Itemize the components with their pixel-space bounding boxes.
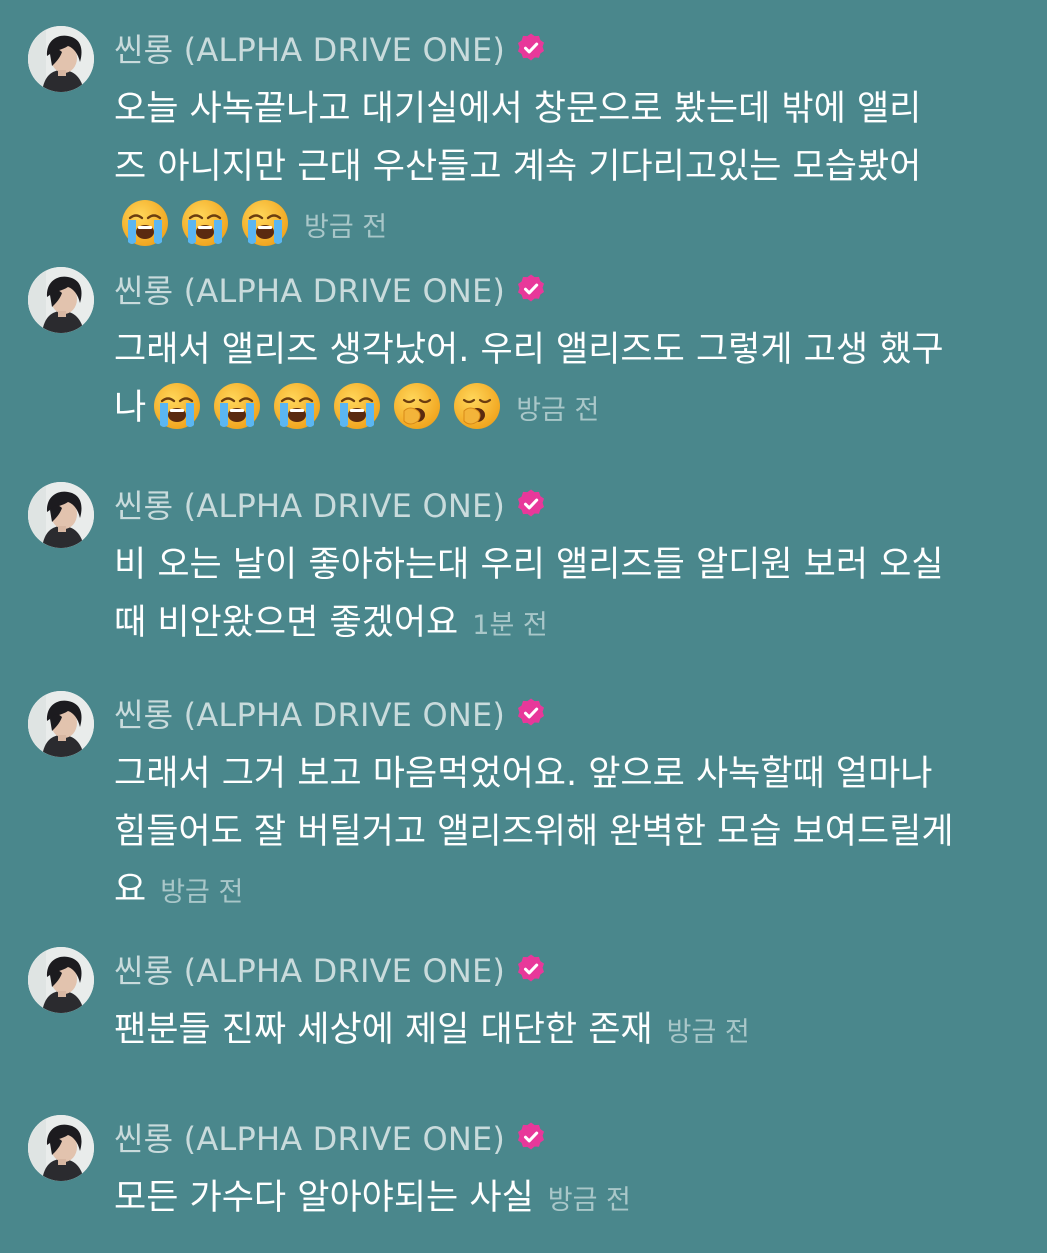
loudly-crying-face-icon bbox=[272, 381, 322, 431]
avatar[interactable] bbox=[28, 691, 94, 757]
author-name: 씬롱 (ALPHA DRIVE ONE) bbox=[114, 952, 506, 990]
author-name: 씬롱 (ALPHA DRIVE ONE) bbox=[114, 487, 506, 525]
message-text: 팬분들 진짜 세상에 제일 대단한 존재 bbox=[114, 1010, 653, 1050]
author-name: 씬롱 (ALPHA DRIVE ONE) bbox=[114, 272, 506, 310]
author-name: 씬롱 (ALPHA DRIVE ONE) bbox=[114, 31, 506, 69]
author-row: 씬롱 (ALPHA DRIVE ONE) bbox=[114, 691, 547, 735]
author-row: 씬롱 (ALPHA DRIVE ONE) bbox=[114, 26, 547, 70]
message-time: 방금 전 bbox=[304, 212, 388, 243]
yawning-face-icon bbox=[392, 381, 442, 431]
emoji-group bbox=[146, 383, 502, 429]
loudly-crying-face-icon bbox=[120, 198, 170, 248]
verified-badge-icon bbox=[515, 32, 547, 64]
message-body: 비 오는 날이 좋아하는대 우리 앨리즈들 알디원 보러 오실때 비안왔으면 좋… bbox=[114, 536, 974, 655]
verified-badge-icon bbox=[515, 488, 547, 520]
message-time: 방금 전 bbox=[516, 395, 600, 426]
message-time: 방금 전 bbox=[666, 1017, 750, 1048]
loudly-crying-face-icon bbox=[240, 198, 290, 248]
message-body: 그래서 앨리즈 생각났어. 우리 앨리즈도 그렇게 고생 했구나 방금 전 bbox=[114, 321, 974, 440]
avatar[interactable] bbox=[28, 947, 94, 1013]
author-row: 씬롱 (ALPHA DRIVE ONE) bbox=[114, 482, 547, 526]
message-body: 오늘 사녹끝나고 대기실에서 창문으로 봤는데 밖에 앨리즈 아니지만 근대 우… bbox=[114, 80, 944, 257]
message-text: 모든 가수다 알아야되는 사실 bbox=[114, 1178, 534, 1218]
author-row: 씬롱 (ALPHA DRIVE ONE) bbox=[114, 947, 547, 991]
verified-badge-icon bbox=[515, 1121, 547, 1153]
message-body: 그래서 그거 보고 마음먹었어요. 앞으로 사녹할때 얼마나 힘들어도 잘 버틸… bbox=[114, 745, 974, 922]
avatar[interactable] bbox=[28, 1115, 94, 1181]
message-body: 모든 가수다 알아야되는 사실 방금 전 bbox=[114, 1169, 974, 1230]
message-text: 오늘 사녹끝나고 대기실에서 창문으로 봤는데 밖에 앨리즈 아니지만 근대 우… bbox=[114, 89, 922, 187]
loudly-crying-face-icon bbox=[212, 381, 262, 431]
avatar[interactable] bbox=[28, 482, 94, 548]
message-body: 팬분들 진짜 세상에 제일 대단한 존재 방금 전 bbox=[114, 1001, 974, 1062]
message-time: 방금 전 bbox=[547, 1185, 631, 1216]
avatar[interactable] bbox=[28, 26, 94, 92]
author-row: 씬롱 (ALPHA DRIVE ONE) bbox=[114, 267, 547, 311]
loudly-crying-face-icon bbox=[180, 198, 230, 248]
verified-badge-icon bbox=[515, 697, 547, 729]
verified-badge-icon bbox=[515, 953, 547, 985]
author-name: 씬롱 (ALPHA DRIVE ONE) bbox=[114, 696, 506, 734]
message-time: 방금 전 bbox=[160, 877, 244, 908]
author-row: 씬롱 (ALPHA DRIVE ONE) bbox=[114, 1115, 547, 1159]
emoji-group bbox=[114, 200, 290, 246]
verified-badge-icon bbox=[515, 273, 547, 305]
author-name: 씬롱 (ALPHA DRIVE ONE) bbox=[114, 1120, 506, 1158]
message-time: 1분 전 bbox=[472, 610, 548, 641]
loudly-crying-face-icon bbox=[152, 381, 202, 431]
yawning-face-icon bbox=[452, 381, 502, 431]
chat-feed: 씬롱 (ALPHA DRIVE ONE) 오늘 사녹끝나고 대기실에서 창문으로… bbox=[0, 0, 1047, 1253]
avatar[interactable] bbox=[28, 267, 94, 333]
loudly-crying-face-icon bbox=[332, 381, 382, 431]
